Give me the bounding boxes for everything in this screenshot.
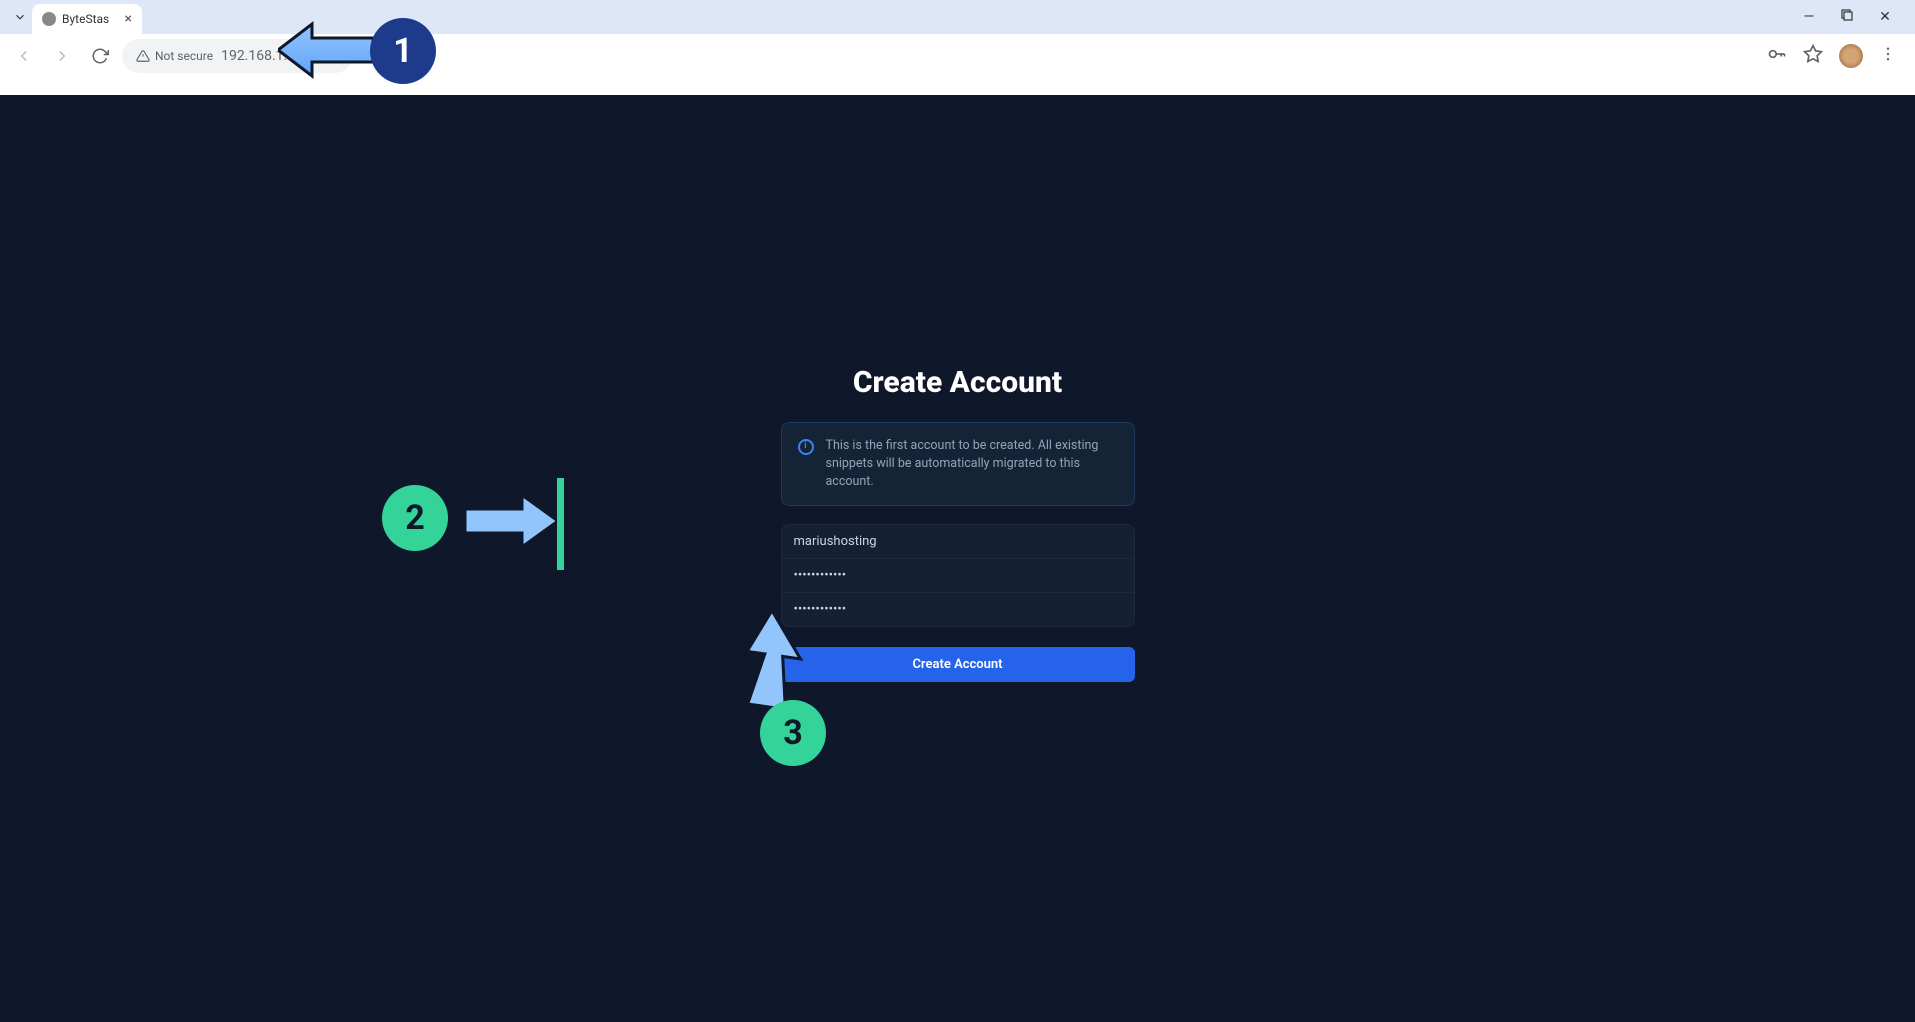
create-account-button[interactable]: Create Account (781, 647, 1135, 682)
minimize-button[interactable]: — (1799, 9, 1819, 25)
app-viewport: Create Account i This is the first accou… (0, 95, 1915, 1022)
info-banner: i This is the first account to be create… (781, 422, 1135, 506)
url-text: 192.168.1.18:7654 (221, 48, 338, 64)
not-secure-label: Not secure (155, 49, 213, 63)
favicon-icon (42, 12, 56, 26)
close-window-button[interactable]: ✕ (1875, 9, 1895, 25)
tab-strip: ByteStas × — ✕ (0, 0, 1915, 34)
tab-title: ByteStas (62, 12, 109, 26)
tab-search-dropdown[interactable] (8, 5, 32, 29)
username-input[interactable] (782, 525, 1134, 559)
browser-tab[interactable]: ByteStas × (32, 4, 142, 34)
reload-button[interactable] (84, 40, 116, 72)
info-text: This is the first account to be created.… (826, 437, 1118, 491)
address-bar[interactable]: Not secure 192.168.1.18:7654 (122, 39, 352, 73)
tab-close-button[interactable]: × (125, 11, 132, 27)
info-icon: i (798, 439, 814, 455)
profile-avatar[interactable] (1839, 44, 1863, 68)
window-controls: — ✕ (1799, 9, 1907, 25)
signup-form (781, 524, 1135, 627)
forward-button[interactable] (46, 40, 78, 72)
maximize-button[interactable] (1837, 9, 1857, 25)
bookmark-star-icon[interactable] (1803, 44, 1823, 69)
browser-toolbar: Not secure 192.168.1.18:7654 (0, 34, 1915, 78)
warning-icon (136, 49, 150, 63)
confirm-password-input[interactable] (782, 593, 1134, 626)
password-key-icon[interactable] (1767, 44, 1787, 69)
browser-chrome: ByteStas × — ✕ Not secure 192.168.1.18:7… (0, 0, 1915, 95)
back-button[interactable] (8, 40, 40, 72)
page-title: Create Account (853, 365, 1062, 400)
menu-kebab-icon[interactable] (1879, 45, 1897, 68)
password-input[interactable] (782, 559, 1134, 593)
security-indicator[interactable]: Not secure (136, 49, 213, 63)
